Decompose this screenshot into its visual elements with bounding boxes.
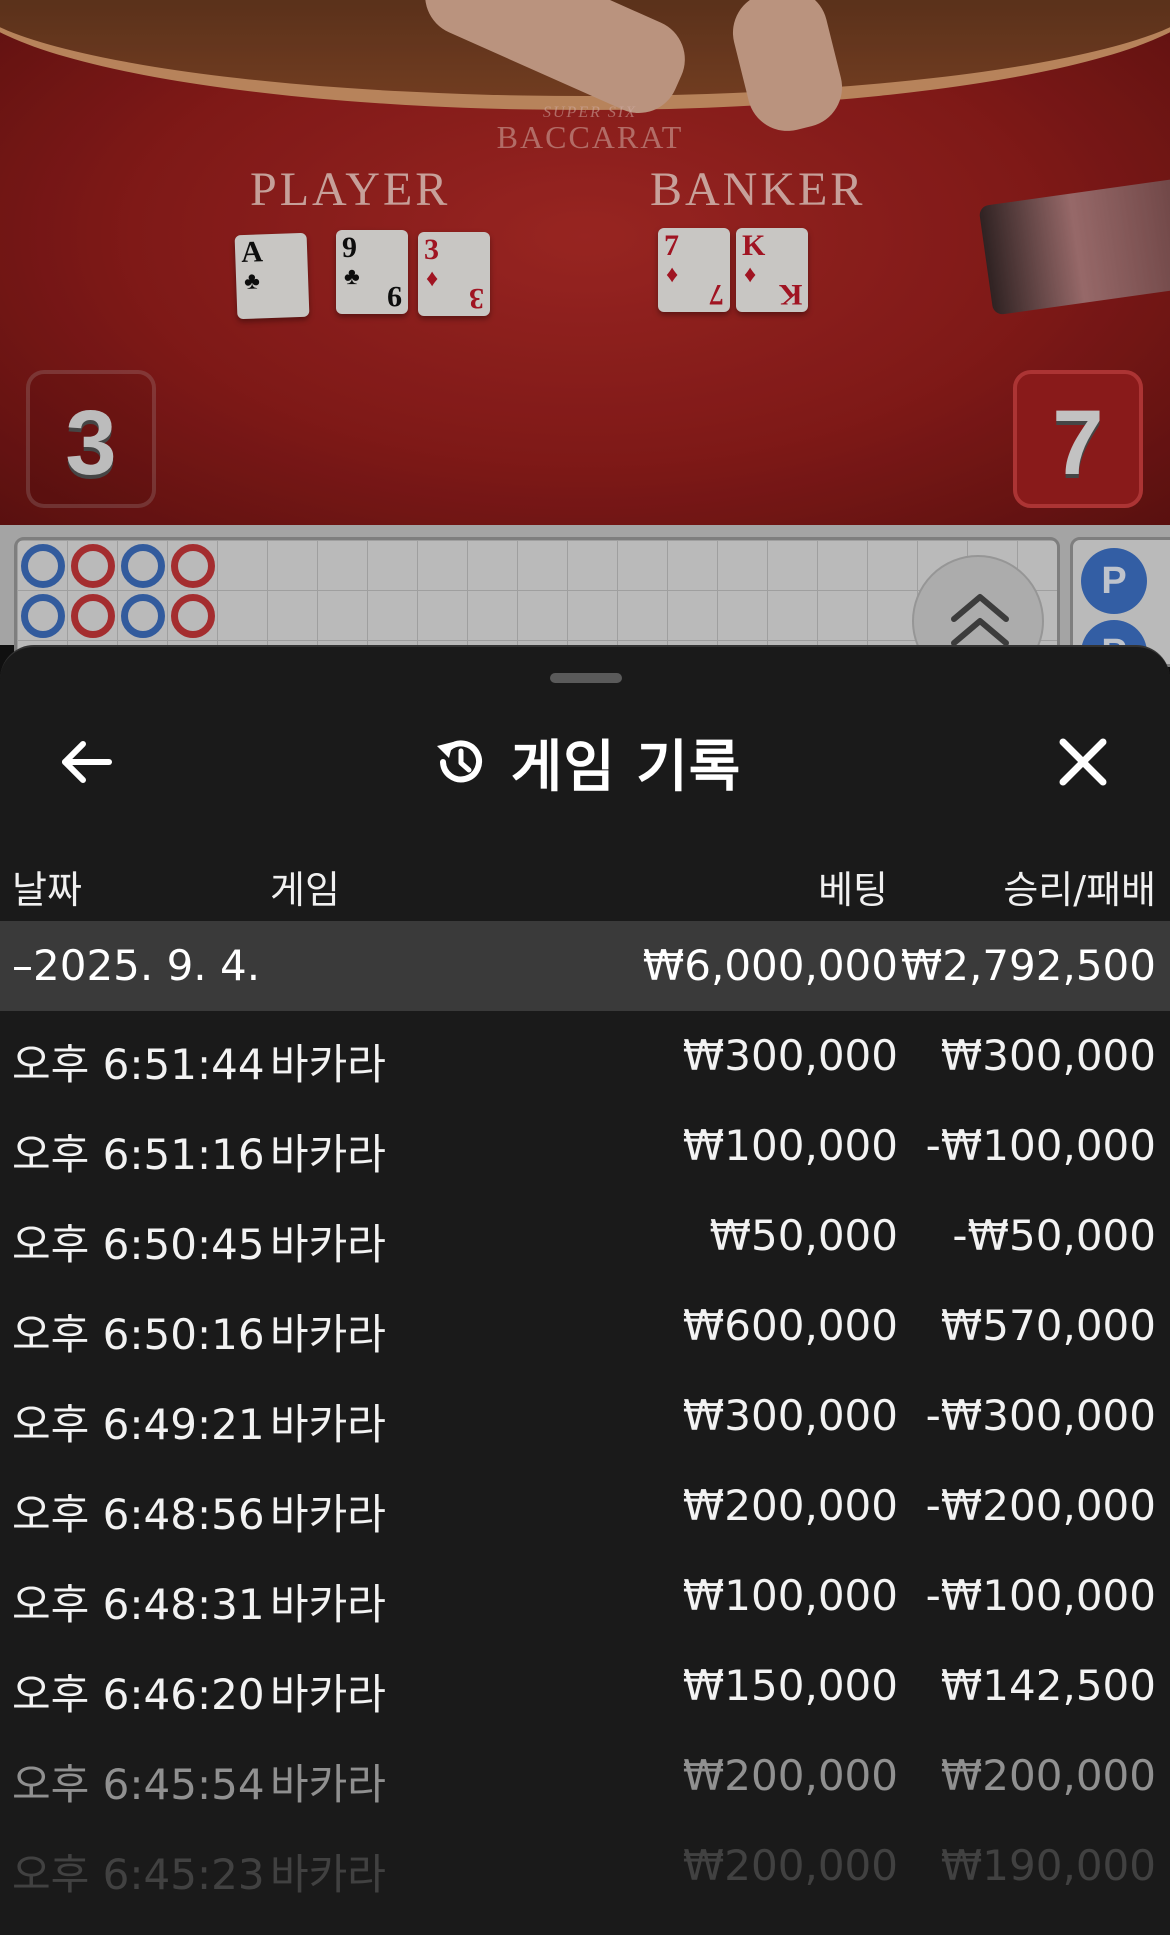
sheet-title: 게임 기록: [0, 707, 1170, 817]
row-bet: ₩200,000: [682, 1841, 898, 1890]
row-bet: ₩50,000: [709, 1211, 899, 1260]
history-row[interactable]: 오후 6:48:31 바카라 ₩100,000 -₩100,000: [0, 1551, 1170, 1641]
row-time: 오후 6:51:16: [12, 1130, 265, 1179]
row-result: -₩300,000: [925, 1391, 1156, 1440]
close-button[interactable]: [1028, 707, 1138, 817]
row-game: 바카라: [270, 1310, 386, 1359]
date-group-bet-total: ₩6,000,000: [642, 941, 898, 990]
row-game: 바카라: [270, 1760, 386, 1809]
row-result: ₩300,000: [940, 1031, 1156, 1080]
history-row[interactable]: 오후 6:45:54 바카라 ₩200,000 ₩200,000: [0, 1731, 1170, 1821]
back-button[interactable]: [32, 707, 142, 817]
column-header-date: 날짜: [12, 868, 82, 912]
column-header-game: 게임: [270, 868, 340, 912]
row-bet: ₩300,000: [682, 1391, 898, 1440]
drag-handle[interactable]: [550, 673, 622, 683]
row-time: 오후 6:51:44: [12, 1040, 265, 1089]
row-result: ₩200,000: [940, 1751, 1156, 1800]
game-history-sheet: 게임 기록 날짜 게임 베팅 승리/패배 –2025. 9. 4. ₩6,000…: [0, 645, 1170, 1935]
history-row[interactable]: 오후 6:49:21 바카라 ₩300,000 -₩300,000: [0, 1371, 1170, 1461]
history-row[interactable]: 오후 6:50:45 바카라 ₩50,000 -₩50,000: [0, 1191, 1170, 1281]
row-bet: ₩150,000: [682, 1661, 898, 1710]
row-result: -₩100,000: [925, 1121, 1156, 1170]
app-root: SUPER SIX BACCARAT PLAYER BANKER A ♣ 9 ♣…: [0, 0, 1170, 1935]
history-row[interactable]: 오후 6:48:56 바카라 ₩200,000 -₩200,000: [0, 1461, 1170, 1551]
row-result: ₩190,000: [940, 1841, 1156, 1890]
row-game: 바카라: [270, 1850, 386, 1899]
row-time: 오후 6:48:31: [12, 1580, 265, 1629]
row-time: 오후 6:46:20: [12, 1670, 265, 1719]
row-time: 오후 6:49:21: [12, 1400, 265, 1449]
history-row[interactable]: 오후 6:51:16 바카라 ₩100,000 -₩100,000: [0, 1101, 1170, 1191]
history-row[interactable]: 오후 6:50:16 바카라 ₩600,000 ₩570,000: [0, 1281, 1170, 1371]
history-rows: 오후 6:51:44 바카라 ₩300,000 ₩300,000 오후 6:51…: [0, 1011, 1170, 1911]
row-bet: ₩600,000: [682, 1301, 898, 1350]
backdrop-dim: [0, 0, 1170, 680]
row-game: 바카라: [270, 1670, 386, 1719]
row-bet: ₩200,000: [682, 1481, 898, 1530]
row-game: 바카라: [270, 1220, 386, 1269]
row-time: 오후 6:50:45: [12, 1220, 265, 1269]
row-bet: ₩300,000: [682, 1031, 898, 1080]
history-table-header: 날짜 게임 베팅 승리/패배: [0, 847, 1170, 919]
row-result: -₩200,000: [925, 1481, 1156, 1530]
row-bet: ₩100,000: [682, 1571, 898, 1620]
row-result: -₩100,000: [925, 1571, 1156, 1620]
arrow-left-icon: [62, 741, 112, 783]
row-time: 오후 6:45:54: [12, 1760, 265, 1809]
history-row[interactable]: 오후 6:45:23 바카라 ₩200,000 ₩190,000: [0, 1821, 1170, 1911]
row-result: ₩142,500: [940, 1661, 1156, 1710]
row-time: 오후 6:50:16: [12, 1310, 265, 1359]
sheet-header: 게임 기록: [0, 707, 1170, 817]
sheet-title-text: 게임 기록: [510, 734, 742, 800]
row-bet: ₩100,000: [682, 1121, 898, 1170]
date-group-date: –2025. 9. 4.: [12, 941, 261, 990]
row-bet: ₩200,000: [682, 1751, 898, 1800]
row-game: 바카라: [270, 1130, 386, 1179]
history-row[interactable]: 오후 6:51:44 바카라 ₩300,000 ₩300,000: [0, 1011, 1170, 1101]
row-game: 바카라: [270, 1490, 386, 1539]
close-icon: [1059, 738, 1107, 786]
date-group-result-total: ₩2,792,500: [900, 941, 1156, 990]
row-game: 바카라: [270, 1580, 386, 1629]
row-game: 바카라: [270, 1040, 386, 1089]
column-header-bet: 베팅: [818, 868, 888, 912]
history-row[interactable]: 오후 6:46:20 바카라 ₩150,000 ₩142,500: [0, 1641, 1170, 1731]
row-time: 오후 6:45:23: [12, 1850, 265, 1899]
row-game: 바카라: [270, 1400, 386, 1449]
column-header-result: 승리/패배: [1003, 868, 1156, 912]
row-time: 오후 6:48:56: [12, 1490, 265, 1539]
date-group-row[interactable]: –2025. 9. 4. ₩6,000,000 ₩2,792,500: [0, 921, 1170, 1011]
row-result: -₩50,000: [952, 1211, 1156, 1260]
history-icon: [436, 740, 482, 783]
row-result: ₩570,000: [940, 1301, 1156, 1350]
